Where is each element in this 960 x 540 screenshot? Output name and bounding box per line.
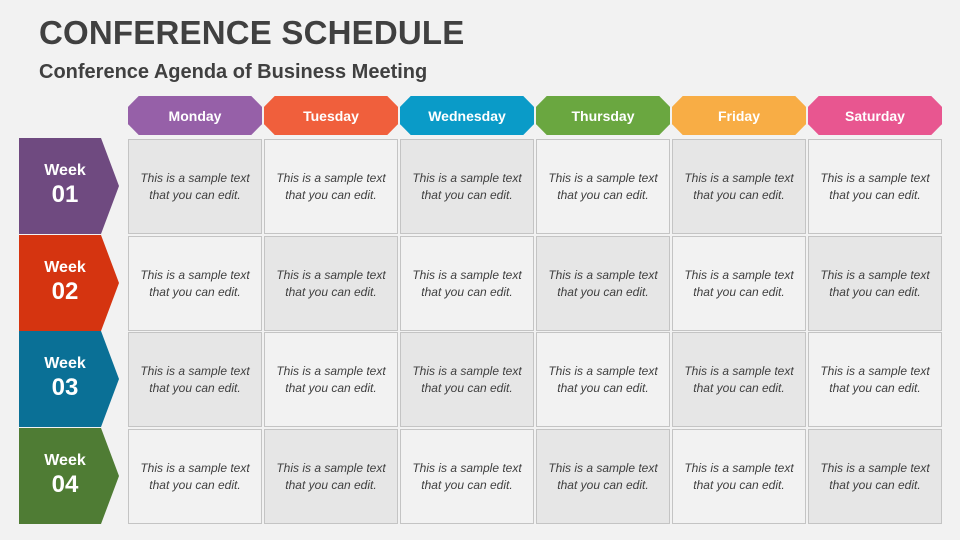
schedule-cell[interactable]: This is a sample text that you can edit.	[128, 332, 262, 427]
day-header-friday: Friday	[672, 96, 806, 135]
schedule-cell[interactable]: This is a sample text that you can edit.	[400, 429, 534, 524]
schedule-cell[interactable]: This is a sample text that you can edit.	[672, 236, 806, 331]
schedule-cell[interactable]: This is a sample text that you can edit.	[128, 139, 262, 234]
schedule-cell[interactable]: This is a sample text that you can edit.	[264, 139, 398, 234]
schedule-cell[interactable]: This is a sample text that you can edit.	[264, 332, 398, 427]
schedule-cell[interactable]: This is a sample text that you can edit.	[808, 139, 942, 234]
schedule-cell[interactable]: This is a sample text that you can edit.	[400, 139, 534, 234]
schedule-cell[interactable]: This is a sample text that you can edit.	[672, 332, 806, 427]
schedule-cell[interactable]: This is a sample text that you can edit.	[400, 332, 534, 427]
schedule-cell[interactable]: This is a sample text that you can edit.	[536, 236, 670, 331]
week-badge-01: Week 01	[19, 138, 119, 234]
day-label: Friday	[717, 107, 760, 124]
week-number: 02	[51, 278, 79, 305]
schedule-cell[interactable]: This is a sample text that you can edit.	[400, 236, 534, 331]
schedule-cell[interactable]: This is a sample text that you can edit.	[672, 139, 806, 234]
schedule-cell[interactable]: This is a sample text that you can edit.	[264, 236, 398, 331]
schedule-cell[interactable]: This is a sample text that you can edit.	[536, 332, 670, 427]
day-header-saturday: Saturday	[808, 96, 942, 135]
day-header-thursday: Thursday	[536, 96, 670, 135]
day-label: Tuesday	[303, 107, 359, 124]
day-label: Wednesday	[428, 107, 506, 124]
page-title: CONFERENCE SCHEDULE	[39, 14, 465, 51]
week-badge-03: Week 03	[19, 331, 119, 427]
schedule-cell[interactable]: This is a sample text that you can edit.	[808, 332, 942, 427]
week-badge-02: Week 02	[19, 235, 119, 331]
schedule-cell[interactable]: This is a sample text that you can edit.	[264, 429, 398, 524]
day-label: Saturday	[845, 107, 905, 124]
schedule-cell[interactable]: This is a sample text that you can edit.	[808, 429, 942, 524]
day-header-monday: Monday	[128, 96, 262, 135]
week-number: 01	[51, 181, 79, 208]
week-number: 04	[51, 471, 79, 498]
schedule-cell[interactable]: This is a sample text that you can edit.	[128, 236, 262, 331]
week-badge-04: Week 04	[19, 428, 119, 524]
week-label: Week	[44, 452, 86, 469]
schedule-cell[interactable]: This is a sample text that you can edit.	[128, 429, 262, 524]
week-label: Week	[44, 162, 86, 179]
day-label: Thursday	[571, 107, 635, 124]
week-label: Week	[44, 259, 86, 276]
schedule-cell[interactable]: This is a sample text that you can edit.	[808, 236, 942, 331]
day-header-wednesday: Wednesday	[400, 96, 534, 135]
day-label: Monday	[168, 107, 222, 124]
day-header-tuesday: Tuesday	[264, 96, 398, 135]
week-number: 03	[51, 374, 79, 401]
page-subtitle: Conference Agenda of Business Meeting	[39, 61, 428, 83]
schedule-cell[interactable]: This is a sample text that you can edit.	[672, 429, 806, 524]
week-label: Week	[44, 355, 86, 372]
schedule-cell[interactable]: This is a sample text that you can edit.	[536, 139, 670, 234]
schedule-cell[interactable]: This is a sample text that you can edit.	[536, 429, 670, 524]
